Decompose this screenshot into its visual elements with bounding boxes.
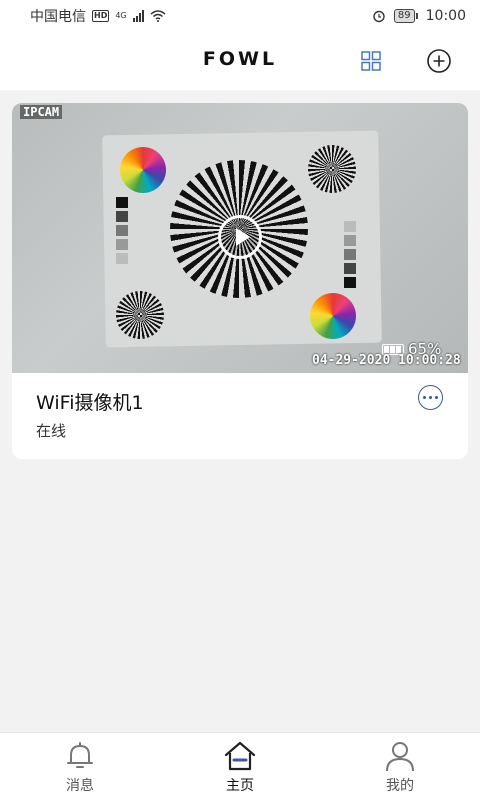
camera-preview[interactable]: IPCAM 65% 04-29-2020 10:00:28 bbox=[12, 103, 468, 373]
tab-label: 我的 bbox=[386, 778, 414, 794]
device-name: WiFi摄像机1 bbox=[36, 392, 144, 414]
status-bar: 中国电信 HD 4G 89 10:00 bbox=[0, 0, 480, 32]
mini-starburst bbox=[308, 145, 356, 193]
person-icon bbox=[386, 742, 414, 772]
hd-badge: HD bbox=[92, 10, 110, 22]
greyscale-strip bbox=[116, 197, 128, 267]
osd-label: IPCAM bbox=[20, 105, 63, 119]
network-type: 4G bbox=[115, 11, 127, 20]
more-options-button[interactable] bbox=[418, 385, 443, 410]
osd-timestamp: 04-29-2020 10:00:28 bbox=[312, 353, 461, 368]
tab-label: 消息 bbox=[66, 778, 94, 794]
home-icon bbox=[224, 741, 256, 771]
device-card[interactable]: IPCAM 65% 04-29-2020 10:00:28 WiFi摄像机1 在… bbox=[12, 103, 468, 459]
color-wheel bbox=[120, 147, 166, 193]
add-device-icon[interactable] bbox=[426, 48, 452, 74]
play-button[interactable] bbox=[218, 215, 262, 259]
grid-view-icon[interactable] bbox=[360, 50, 382, 72]
carrier-label: 中国电信 bbox=[30, 9, 86, 25]
alarm-icon bbox=[373, 10, 385, 23]
wifi-icon bbox=[150, 10, 166, 22]
bottom-tab-bar: 消息 主页 我的 bbox=[0, 732, 480, 800]
tab-home[interactable]: 主页 bbox=[160, 733, 320, 800]
signal-icon bbox=[132, 10, 144, 22]
battery-level: 89 bbox=[393, 9, 415, 23]
mini-starburst bbox=[116, 291, 164, 339]
battery-icon: 89 bbox=[393, 9, 418, 23]
brand-logo: FOWL bbox=[202, 48, 278, 70]
tab-label: 主页 bbox=[226, 778, 254, 794]
device-status: 在线 bbox=[36, 422, 67, 440]
clock: 10:00 bbox=[425, 8, 466, 24]
tab-messages[interactable]: 消息 bbox=[0, 733, 160, 800]
color-wheel bbox=[310, 293, 356, 339]
bell-icon bbox=[67, 742, 93, 768]
tab-profile[interactable]: 我的 bbox=[320, 733, 480, 800]
app-header: FOWL bbox=[0, 32, 480, 90]
greyscale-strip bbox=[344, 221, 356, 291]
